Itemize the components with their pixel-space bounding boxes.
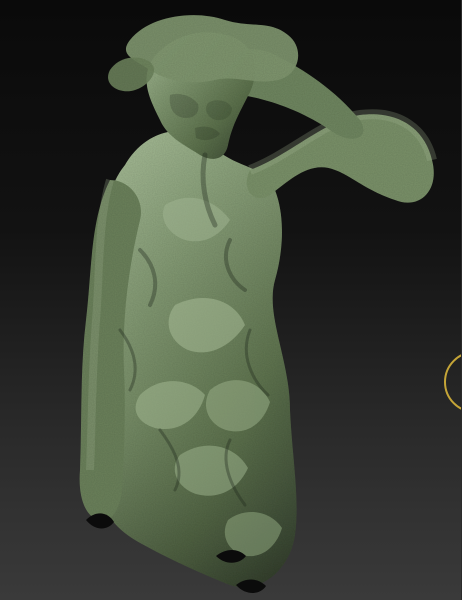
sculpted-figure: [79, 15, 437, 593]
zbrush-3d-viewport[interactable]: [0, 0, 462, 600]
